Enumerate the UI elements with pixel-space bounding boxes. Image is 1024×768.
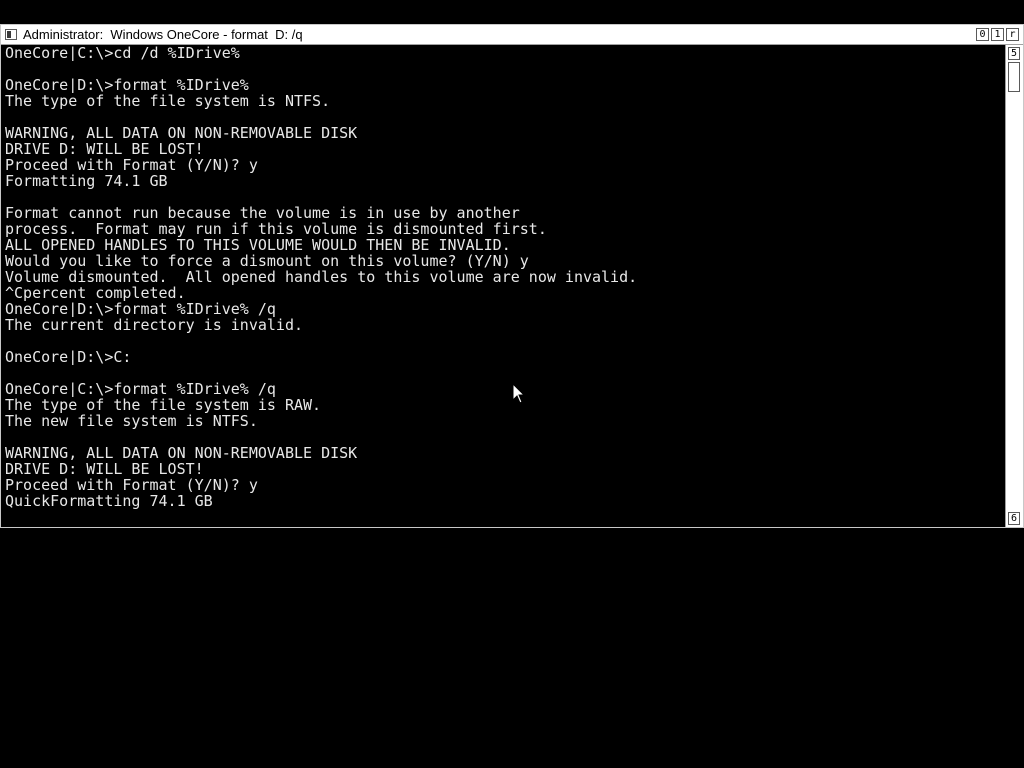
window-title: Administrator: Windows OneCore - format … [23, 27, 303, 42]
console-line: QuickFormatting 74.1 GB [5, 493, 213, 509]
console-window-icon[interactable] [5, 29, 17, 40]
mouse-pointer-icon [512, 383, 526, 404]
console-line: OneCore|D:\>format %IDrive% [5, 77, 249, 93]
console-window: Administrator: Windows OneCore - format … [0, 24, 1024, 528]
console-line: WARNING, ALL DATA ON NON-REMOVABLE DISK [5, 445, 358, 461]
console-line: OneCore|D:\>format %IDrive% /q [5, 301, 276, 317]
console-line: OneCore|C:\>cd /d %IDrive% [5, 45, 240, 61]
console-line: ^Cpercent completed. [5, 285, 186, 301]
console-line: OneCore|C:\>format %IDrive% /q [5, 381, 276, 397]
console-line: The new file system is NTFS. [5, 413, 258, 429]
close-button[interactable]: r [1006, 28, 1019, 41]
console-line: DRIVE D: WILL BE LOST! [5, 141, 204, 157]
console-line: Format cannot run because the volume is … [5, 205, 520, 221]
console-line: process. Format may run if this volume i… [5, 221, 547, 237]
console-line: The type of the file system is NTFS. [5, 93, 331, 109]
scroll-down-button[interactable]: 6 [1008, 512, 1020, 525]
console-line: Formatting 74.1 GB [5, 173, 168, 189]
console-line: Proceed with Format (Y/N)? y [5, 157, 258, 173]
minimize-button[interactable]: 0 [976, 28, 989, 41]
console-line: DRIVE D: WILL BE LOST! [5, 461, 204, 477]
console-line: The type of the file system is RAW. [5, 397, 322, 413]
console-line: ALL OPENED HANDLES TO THIS VOLUME WOULD … [5, 237, 511, 253]
window-controls: 0 1 r [976, 28, 1019, 41]
console-line: Volume dismounted. All opened handles to… [5, 269, 638, 285]
console-line: WARNING, ALL DATA ON NON-REMOVABLE DISK [5, 125, 358, 141]
console-line: OneCore|D:\>C: [5, 349, 132, 365]
scroll-up-button[interactable]: 5 [1008, 47, 1020, 60]
maximize-button[interactable]: 1 [991, 28, 1004, 41]
vertical-scrollbar[interactable]: 5 6 [1005, 45, 1023, 527]
console-line: Proceed with Format (Y/N)? y [5, 477, 258, 493]
title-bar[interactable]: Administrator: Windows OneCore - format … [1, 25, 1023, 45]
console-line: Would you like to force a dismount on th… [5, 253, 529, 269]
scroll-thumb[interactable] [1008, 62, 1020, 92]
console-output[interactable]: OneCore|C:\>cd /d %IDrive% OneCore|D:\>fo… [1, 45, 1005, 527]
console-line: The current directory is invalid. [5, 317, 304, 333]
